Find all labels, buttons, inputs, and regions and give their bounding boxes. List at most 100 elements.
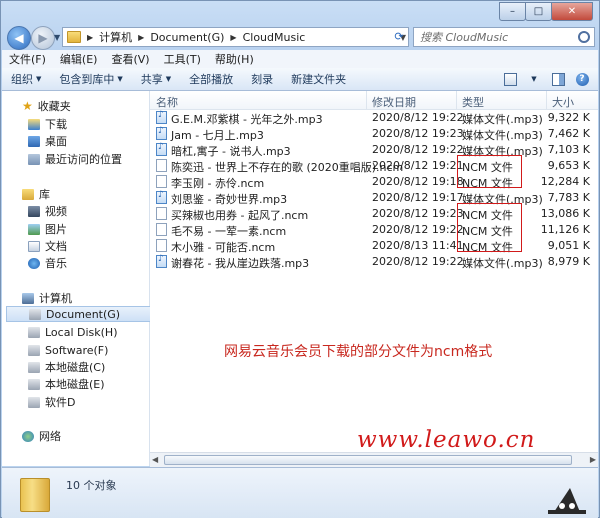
annotation-text: 网易云音乐会员下载的部分文件为ncm格式 (224, 344, 493, 360)
address-bar[interactable]: ▶ 计算机 ▶ Document(G) ▶ CloudMusic ▼ (62, 27, 409, 47)
file-date: 2020/8/12 19:22 (372, 143, 464, 156)
include-library-label: 包含到库中 (59, 73, 115, 86)
column-divider[interactable] (546, 91, 547, 109)
play-all-button[interactable]: 全部播放 (180, 71, 242, 87)
file-row[interactable]: 刘思鉴 - 奇妙世界.mp32020/8/12 19:17媒体文件(.mp3)7… (150, 190, 598, 206)
nav-label: 本地磁盘(E) (45, 378, 105, 391)
folder-icon (67, 31, 81, 43)
change-view-button[interactable] (502, 71, 518, 87)
scrollbar-thumb[interactable] (164, 455, 572, 465)
recent-pages-dropdown[interactable]: ▼ (54, 33, 60, 42)
horizontal-scrollbar[interactable]: ◀ ▶ (150, 452, 598, 467)
file-size: 7,462 K (547, 127, 590, 140)
refresh-icon[interactable]: ⟳ (391, 29, 407, 45)
search-input[interactable]: 搜索 CloudMusic (413, 27, 595, 47)
chevron-down-icon: ▼ (531, 75, 537, 83)
close-button[interactable]: ✕ (551, 2, 593, 21)
scroll-right-icon[interactable]: ▶ (590, 455, 596, 464)
menu-edit[interactable]: 编辑(E) (53, 51, 105, 67)
file-row[interactable]: G.E.M.邓紫棋 - 光年之外.mp3 2020/8/12 19:22媒体文件(… (150, 110, 598, 126)
breadcrumb-cloudmusic[interactable]: CloudMusic (239, 31, 310, 44)
scroll-left-icon[interactable]: ◀ (152, 455, 158, 464)
file-name[interactable]: 买辣椒也用券 - 起风了.ncm (171, 207, 308, 223)
minimize-button[interactable]: – (499, 2, 526, 21)
window-controls: – □ ✕ (499, 2, 593, 21)
column-type[interactable]: 类型 (462, 94, 484, 110)
file-row[interactable]: 陈奕迅 - 世界上不存在的歌 (2020重唱版).ncm 2020/8/12 19… (150, 158, 598, 174)
chevron-right-icon[interactable]: ▶ (85, 33, 95, 42)
maximize-button[interactable]: □ (525, 2, 552, 21)
file-date: 2020/8/13 11:41 (372, 239, 464, 252)
menu-file[interactable]: 文件(F) (2, 51, 53, 67)
new-folder-button[interactable]: 新建文件夹 (282, 71, 355, 87)
menu-tools[interactable]: 工具(T) (157, 51, 208, 67)
file-row[interactable]: 暗杠,寓子 - 说书人.mp32020/8/12 19:22媒体文件(.mp3)… (150, 142, 598, 158)
file-row[interactable]: 毛不易 - 一荤一素.ncm 2020/8/12 19:22 NCM 文件 11,12… (150, 222, 598, 238)
organize-button[interactable]: 组织 ▼ (2, 71, 50, 87)
star-icon: ★ (22, 99, 33, 113)
file-date: 2020/8/12 19:17 (372, 191, 464, 204)
file-row[interactable]: 买辣椒也用券 - 起风了.ncm 2020/8/12 19:23 NCM 文件 13,… (150, 206, 598, 222)
file-size: 9,322 K (547, 111, 590, 124)
file-row[interactable]: 谢春花 - 我从崖边跌落.mp3 2020/8/12 19:22媒体文件(.mp3… (150, 254, 598, 270)
preview-pane-icon (551, 72, 565, 86)
breadcrumb-computer[interactable]: 计算机 (95, 29, 136, 45)
column-divider[interactable] (366, 91, 367, 109)
file-name[interactable]: Jam - 七月上.mp3 (171, 127, 264, 143)
file-icon (156, 175, 167, 188)
forward-button[interactable]: ▶ (31, 26, 55, 50)
back-button[interactable]: ◀ (7, 26, 31, 50)
column-size[interactable]: 大小 (552, 94, 574, 110)
drive-icon (28, 396, 40, 408)
menu-help[interactable]: 帮助(H) (208, 51, 261, 67)
file-icon (156, 223, 167, 236)
nav-label: Software(F) (45, 343, 109, 357)
column-divider[interactable] (456, 91, 457, 109)
ncm-highlight-box (457, 155, 522, 188)
file-size: 12,284 K (540, 175, 590, 188)
burn-button[interactable]: 刻录 (242, 71, 282, 87)
file-row[interactable]: 李玉刚 - 赤伶.ncm 2020/8/12 19:18 NCM 文件 12,284 … (150, 174, 598, 190)
file-type: 媒体文件(.mp3) (462, 113, 543, 126)
file-name[interactable]: 刘思鉴 - 奇妙世界.mp3 (171, 191, 287, 207)
breadcrumb-document-g[interactable]: Document(G) (146, 31, 228, 44)
file-name[interactable]: 谢春花 - 我从崖边跌落.mp3 (171, 255, 309, 271)
file-name[interactable]: 木小雅 - 可能否.ncm (171, 239, 275, 255)
include-in-library-button[interactable]: 包含到库中 ▼ (50, 71, 131, 87)
file-size: 11,126 K (540, 223, 590, 236)
file-size: 9,653 K (547, 159, 590, 172)
file-name[interactable]: 暗杠,寓子 - 说书人.mp3 (171, 143, 291, 159)
file-type: 媒体文件(.mp3) (462, 129, 543, 142)
column-header: 名称 修改日期 类型 大小 (150, 91, 598, 110)
nav-favorites[interactable]: ★ 收藏夹 (22, 98, 167, 114)
share-button[interactable]: 共享 ▼ (132, 71, 180, 87)
column-name[interactable]: 名称 (156, 94, 178, 110)
file-date: 2020/8/12 19:23 (372, 127, 464, 140)
file-name[interactable]: 毛不易 - 一荤一素.ncm (171, 223, 286, 239)
forward-arrow-icon: ▶ (38, 31, 48, 45)
nav-label: 图片 (45, 223, 67, 236)
nav-computer[interactable]: 计算机 (22, 290, 167, 306)
preview-pane-button[interactable] (550, 71, 566, 87)
nav-libraries[interactable]: 库 (22, 186, 167, 202)
mp3-file-icon (156, 126, 167, 140)
file-date: 2020/8/12 19:21 (372, 159, 464, 172)
nav-drive-document-g[interactable]: Document(G) (6, 306, 151, 322)
file-row[interactable]: Jam - 七月上.mp3 2020/8/12 19:23媒体文件(.mp3) 7,… (150, 126, 598, 142)
file-row[interactable]: 木小雅 - 可能否.ncm 2020/8/13 11:41 NCM 文件 9,051 … (150, 238, 598, 254)
file-name[interactable]: 陈奕迅 - 世界上不存在的歌 (2020重唱版).ncm (171, 159, 403, 175)
file-name[interactable]: G.E.M.邓紫棋 - 光年之外.mp3 (171, 111, 323, 127)
nav-network[interactable]: 网络 (22, 428, 167, 444)
file-name[interactable]: 李玉刚 - 赤伶.ncm (171, 175, 264, 191)
column-date[interactable]: 修改日期 (372, 94, 416, 110)
download-folder-icon (28, 118, 40, 130)
view-dropdown[interactable]: ▼ (526, 71, 542, 87)
chevron-right-icon[interactable]: ▶ (228, 33, 238, 42)
menu-view[interactable]: 查看(V) (104, 51, 156, 67)
picture-library-icon (28, 223, 40, 235)
chevron-right-icon[interactable]: ▶ (136, 33, 146, 42)
drive-icon (28, 326, 40, 338)
search-icon[interactable] (578, 31, 590, 43)
help-button[interactable]: ? (574, 71, 590, 87)
nav-label: 文档 (45, 240, 67, 253)
